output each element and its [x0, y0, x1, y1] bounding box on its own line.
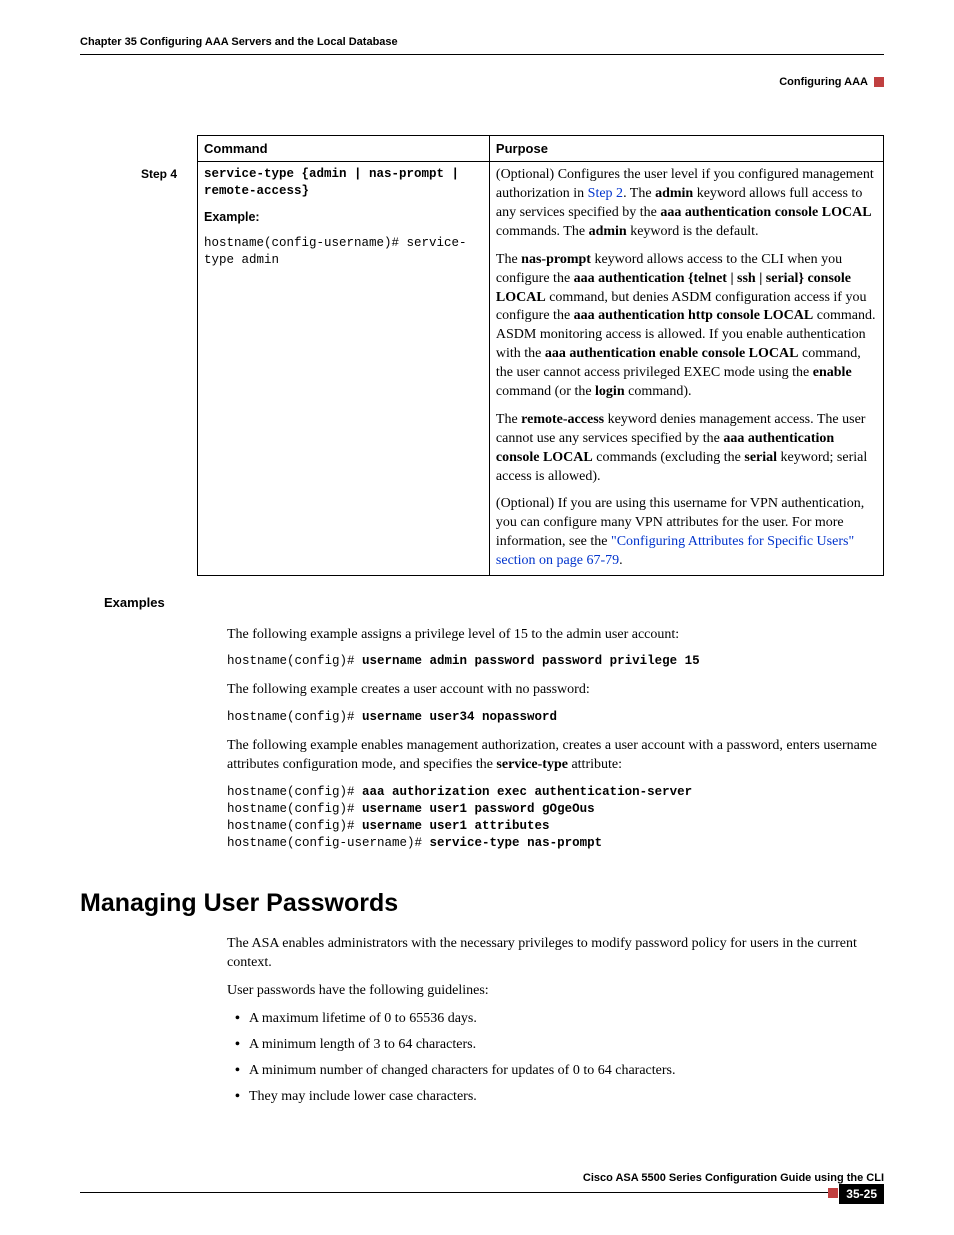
list-item: They may include lower case characters.	[249, 1088, 880, 1107]
footer-rule-icon	[80, 1192, 838, 1193]
purpose-para-1: (Optional) Configures the user level if …	[496, 166, 877, 242]
list-item: A minimum number of changed characters f…	[249, 1062, 880, 1081]
purpose-para-4: (Optional) If you are using this usernam…	[496, 495, 877, 571]
command-cell: service-type {admin | nas-prompt | remot…	[198, 162, 490, 576]
example-code: hostname(config-username)# service-type …	[204, 235, 483, 269]
example-intro-1: The following example assigns a privileg…	[227, 626, 880, 645]
page-footer: Cisco ASA 5500 Series Configuration Guid…	[80, 1171, 884, 1200]
purpose-cell: (Optional) Configures the user level if …	[489, 162, 883, 576]
example-code-3: hostname(config)# aaa authorization exec…	[227, 784, 880, 852]
managing-passwords-heading: Managing User Passwords	[80, 887, 884, 921]
table-header-command: Command	[198, 135, 490, 162]
command-table: Command Purpose Step 4 service-type {adm…	[135, 135, 884, 576]
page-header: Chapter 35 Configuring AAA Servers and t…	[80, 35, 884, 55]
managing-para-2: User passwords have the following guidel…	[227, 982, 880, 1001]
command-syntax: service-type {admin | nas-prompt | remot…	[204, 167, 459, 198]
footer-marker-icon	[828, 1188, 838, 1198]
step-2-link[interactable]: Step 2	[588, 186, 623, 201]
example-label: Example:	[204, 209, 483, 226]
example-intro-3: The following example enables management…	[227, 737, 880, 775]
examples-body: The following example assigns a privileg…	[227, 626, 880, 852]
footer-title: Cisco ASA 5500 Series Configuration Guid…	[80, 1171, 884, 1186]
page-header-section: Configuring AAA	[80, 75, 884, 90]
step-label: Step 4	[135, 162, 198, 576]
purpose-para-3: The remote-access keyword denies managem…	[496, 411, 877, 487]
purpose-para-2: The nas-prompt keyword allows access to …	[496, 251, 877, 402]
list-item: A minimum length of 3 to 64 characters.	[249, 1036, 880, 1055]
guidelines-list: A maximum lifetime of 0 to 65536 days. A…	[227, 1010, 880, 1107]
list-item: A maximum lifetime of 0 to 65536 days.	[249, 1010, 880, 1029]
example-code-2: hostname(config)# username user34 nopass…	[227, 709, 880, 726]
managing-body: The ASA enables administrators with the …	[227, 935, 880, 1106]
example-code-1: hostname(config)# username admin passwor…	[227, 653, 880, 670]
section-marker-icon	[874, 77, 884, 87]
table-row: Step 4 service-type {admin | nas-prompt …	[135, 162, 884, 576]
example-intro-2: The following example creates a user acc…	[227, 681, 880, 700]
header-section-title: Configuring AAA	[779, 75, 868, 90]
header-chapter: Chapter 35 Configuring AAA Servers and t…	[80, 35, 398, 50]
examples-heading: Examples	[104, 594, 884, 612]
managing-para-1: The ASA enables administrators with the …	[227, 935, 880, 973]
page-number: 35-25	[839, 1184, 884, 1204]
table-header-purpose: Purpose	[489, 135, 883, 162]
